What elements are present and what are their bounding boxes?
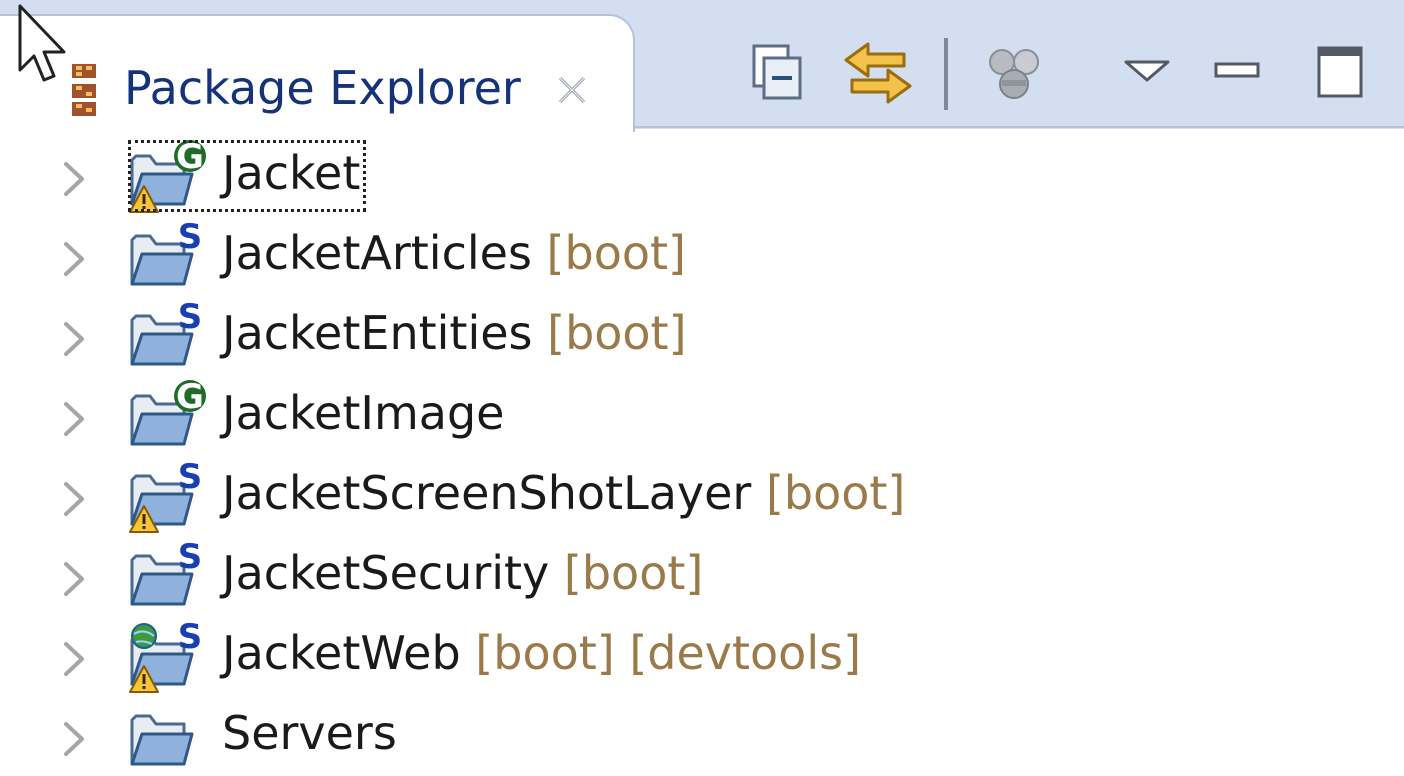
project-decorations: [boot] [531, 226, 686, 280]
project-decorations: [boot] [devtools] [460, 626, 862, 680]
expand-chevron-icon[interactable] [60, 480, 88, 518]
project-name: JacketWeb [222, 626, 461, 680]
minimize-icon[interactable] [1212, 56, 1262, 86]
tree-item[interactable]: G JacketImage [0, 376, 1404, 456]
folder-icon [130, 714, 194, 766]
project-badge: G [176, 378, 204, 417]
project-folder-icon: S [130, 538, 203, 606]
expand-chevron-icon[interactable] [60, 400, 88, 438]
tree-item[interactable]: S JacketArticles [boot] [0, 216, 1404, 296]
project-folder-icon: S [130, 218, 203, 286]
view-header: Package Explorer [0, 0, 1404, 132]
package-explorer-tab[interactable]: Package Explorer [0, 14, 635, 132]
maximize-icon[interactable] [1316, 42, 1364, 102]
tree-item[interactable]: S JacketWeb [boot] [devtools] [0, 616, 1404, 696]
project-badge: S [178, 218, 203, 257]
focus-rectangle [128, 140, 366, 212]
expand-chevron-icon[interactable] [60, 640, 88, 678]
tree-item-label: JacketWeb [boot] [devtools] [222, 623, 861, 683]
project-name: JacketSecurity [222, 546, 550, 600]
web-project-icon: S [129, 618, 203, 693]
tree-item-label: JacketEntities [boot] [222, 303, 687, 363]
expand-chevron-icon[interactable] [60, 160, 88, 198]
project-badge: S [178, 618, 203, 657]
expand-chevron-icon[interactable] [60, 560, 88, 598]
project-badge: S [178, 458, 203, 497]
project-folder-icon: G [130, 378, 206, 446]
project-decorations: [boot] [751, 466, 906, 520]
expand-chevron-icon[interactable] [60, 240, 88, 278]
tree-item[interactable]: S JacketEntities [boot] [0, 296, 1404, 376]
expand-chevron-icon[interactable] [60, 720, 88, 758]
project-decorations: [boot] [549, 546, 704, 600]
project-folder-icon: S [129, 458, 203, 533]
view-menu-icon[interactable] [1120, 56, 1174, 86]
project-folder-icon: S [130, 298, 203, 366]
header-border [628, 126, 1404, 128]
link-with-editor-icon[interactable] [838, 40, 918, 106]
tree-item[interactable]: Servers [0, 696, 1404, 776]
tree-item-label: JacketSecurity [boot] [222, 543, 703, 603]
select-working-set-icon[interactable] [982, 40, 1050, 108]
project-name: JacketScreenShotLayer [222, 466, 752, 520]
collapse-all-icon[interactable] [752, 44, 804, 100]
project-decorations: [boot] [532, 306, 687, 360]
project-name: JacketImage [222, 386, 505, 440]
tree-item-label: JacketScreenShotLayer [boot] [222, 463, 905, 523]
close-icon[interactable] [556, 74, 588, 106]
tree-item-label: JacketArticles [boot] [222, 223, 686, 283]
tree-item[interactable]: S JacketSecurity [boot] [0, 536, 1404, 616]
tree-item-label: JacketImage [222, 383, 504, 443]
project-name: JacketEntities [222, 306, 533, 360]
tree-item[interactable]: G Jacket [0, 136, 1404, 216]
project-badge: S [178, 538, 203, 577]
view-title: Package Explorer [124, 61, 521, 115]
package-explorer-icon [72, 64, 96, 116]
project-badge: S [178, 298, 203, 337]
expand-chevron-icon[interactable] [60, 320, 88, 358]
tree-item-label: Servers [222, 703, 397, 763]
project-name: Servers [222, 706, 397, 760]
tree-item[interactable]: S JacketScreenShotLayer [boot] [0, 456, 1404, 536]
project-name: JacketArticles [222, 226, 532, 280]
toolbar-separator [944, 38, 948, 110]
